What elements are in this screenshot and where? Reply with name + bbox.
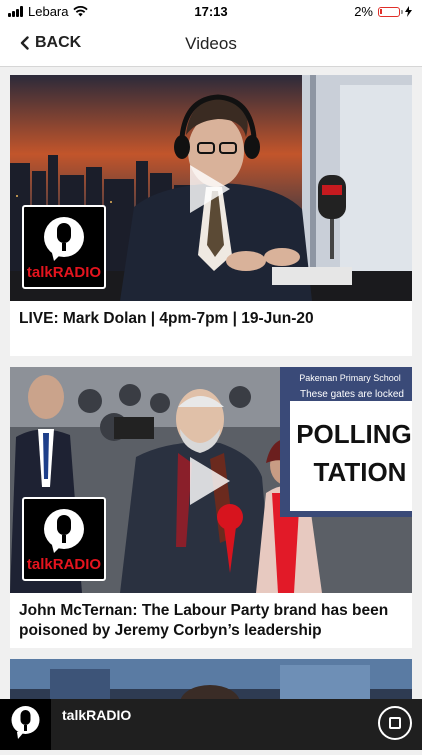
battery-icon xyxy=(378,6,403,17)
station-logo xyxy=(0,699,51,750)
now-playing-bar[interactable]: talkRADIO xyxy=(0,699,422,750)
play-icon[interactable] xyxy=(190,457,230,505)
sign-gates: These gates are locked xyxy=(300,389,404,400)
back-label: BACK xyxy=(35,34,82,51)
sign-school: Pakeman Primary School xyxy=(299,373,401,383)
talkradio-logo: talkRADIO xyxy=(22,205,106,289)
logo-text: talkRADIO xyxy=(27,556,102,573)
nav-bar: BACK Videos xyxy=(0,22,422,67)
stop-button[interactable] xyxy=(378,706,412,740)
video-card[interactable]: talkRADIO LIVE: Mark Dolan | 4pm-7pm | 1… xyxy=(10,75,412,356)
talkradio-logo: talkRADIO xyxy=(22,497,106,581)
microphone-icon xyxy=(11,706,40,739)
logo-text: talkRADIO xyxy=(27,264,102,281)
sign-line-2: TATION xyxy=(314,457,407,487)
video-thumbnail[interactable]: talkRADIO xyxy=(10,75,412,301)
battery-percent: 2% xyxy=(354,4,373,19)
video-title[interactable]: LIVE: Mark Dolan | 4pm-7pm | 19-Jun-20 xyxy=(19,309,403,329)
play-icon[interactable] xyxy=(190,165,230,213)
chevron-left-icon xyxy=(20,36,29,50)
back-button[interactable]: BACK xyxy=(20,34,81,52)
charging-bolt-icon xyxy=(405,6,412,17)
video-card[interactable]: Pakeman Primary School These gates are l… xyxy=(10,367,412,648)
status-bar: Lebara 17:13 2% xyxy=(0,0,422,22)
status-right: 2% xyxy=(354,4,412,19)
stop-icon xyxy=(389,717,401,729)
video-thumbnail[interactable]: Pakeman Primary School These gates are l… xyxy=(10,367,412,593)
station-name: talkRADIO xyxy=(62,707,132,723)
video-title[interactable]: John McTernan: The Labour Party brand ha… xyxy=(19,601,403,641)
sign-line-1: POLLING xyxy=(296,419,412,449)
